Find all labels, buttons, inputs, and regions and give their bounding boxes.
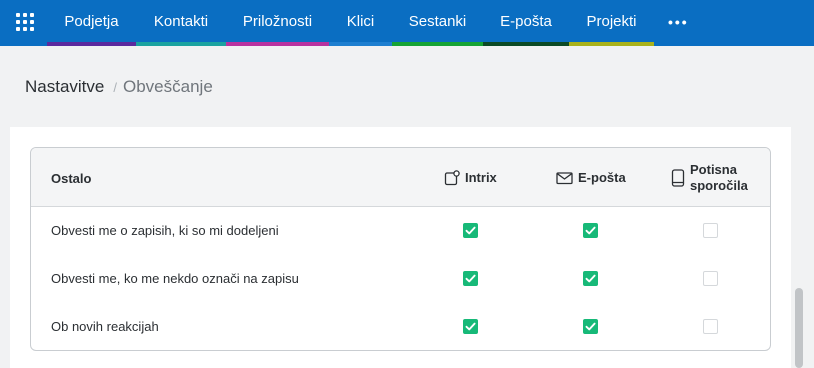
top-navigation: Podjetja Kontakti Priložnosti Klici Sest… [0, 0, 814, 46]
nav-item-underline [47, 42, 136, 46]
nav-item-priloznosti[interactable]: Priložnosti [226, 0, 329, 46]
checkmark-icon [585, 322, 596, 331]
nav-item-underline [483, 42, 569, 46]
nav-item-label: Projekti [586, 13, 637, 30]
mobile-phone-icon [671, 168, 685, 187]
column-header-label: E-pošta [578, 170, 626, 185]
column-header-push: Potisna sporočila [671, 148, 750, 207]
notification-settings-table: Ostalo Intrix E-pošta Potisna sporočila … [30, 147, 771, 351]
nav-item-underline [392, 42, 483, 46]
push-checkbox[interactable] [703, 271, 718, 286]
row-label: Ob novih reakcijah [51, 319, 159, 334]
nav-item-kontakti[interactable]: Kontakti [136, 0, 226, 46]
nav-item-underline [569, 42, 654, 46]
row-label: Obvesti me o zapisih, ki so mi dodeljeni [51, 223, 279, 238]
breadcrumb-separator: / [113, 80, 117, 95]
email-checkbox[interactable] [583, 223, 598, 238]
checkmark-icon [465, 274, 476, 283]
breadcrumb-current-page: Obveščanje [123, 77, 213, 96]
breadcrumb: Nastavitve / Obveščanje [25, 77, 213, 98]
breadcrumb-settings-link[interactable]: Nastavitve [25, 77, 104, 96]
more-menu-icon[interactable]: ••• [668, 14, 689, 30]
intrix-notification-icon [444, 169, 460, 185]
nav-item-underline [136, 42, 226, 46]
nav-item-label: Podjetja [64, 13, 119, 30]
row-label: Obvesti me, ko me nekdo označi na zapisu [51, 271, 299, 286]
column-header-label: Intrix [465, 170, 497, 185]
email-checkbox[interactable] [583, 271, 598, 286]
table-header: Ostalo Intrix E-pošta Potisna sporočila [31, 148, 770, 207]
nav-item-label: E-pošta [500, 13, 552, 30]
envelope-icon [556, 171, 573, 184]
intrix-checkbox[interactable] [463, 319, 478, 334]
intrix-checkbox[interactable] [463, 271, 478, 286]
nav-item-klici[interactable]: Klici [329, 0, 392, 46]
nav-item-underline [329, 42, 392, 46]
table-row: Obvesti me o zapisih, ki so mi dodeljeni [31, 207, 770, 255]
nav-item-label: Kontakti [153, 13, 209, 30]
table-section-title: Ostalo [51, 171, 92, 186]
email-checkbox[interactable] [583, 319, 598, 334]
grid-apps-icon[interactable] [16, 13, 34, 31]
column-header-label: Potisna sporočila [690, 161, 748, 193]
nav-item-sestanki[interactable]: Sestanki [392, 0, 483, 46]
push-checkbox[interactable] [703, 319, 718, 334]
scrollbar-thumb[interactable] [795, 288, 803, 368]
nav-item-podjetja[interactable]: Podjetja [47, 0, 136, 46]
nav-item-label: Klici [346, 13, 375, 30]
column-header-intrix: Intrix [444, 148, 497, 207]
nav-item-label: Priložnosti [242, 13, 313, 30]
checkmark-icon [585, 274, 596, 283]
table-row: Obvesti me, ko me nekdo označi na zapisu [31, 255, 770, 303]
intrix-checkbox[interactable] [463, 223, 478, 238]
nav-item-e-posta[interactable]: E-pošta [483, 0, 569, 46]
push-checkbox[interactable] [703, 223, 718, 238]
nav-item-label: Sestanki [408, 13, 467, 30]
checkmark-icon [465, 322, 476, 331]
nav-item-underline [226, 42, 329, 46]
nav-item-projekti[interactable]: Projekti [569, 0, 654, 46]
checkmark-icon [585, 226, 596, 235]
checkmark-icon [465, 226, 476, 235]
column-header-email: E-pošta [556, 148, 626, 207]
table-row: Ob novih reakcijah [31, 303, 770, 350]
